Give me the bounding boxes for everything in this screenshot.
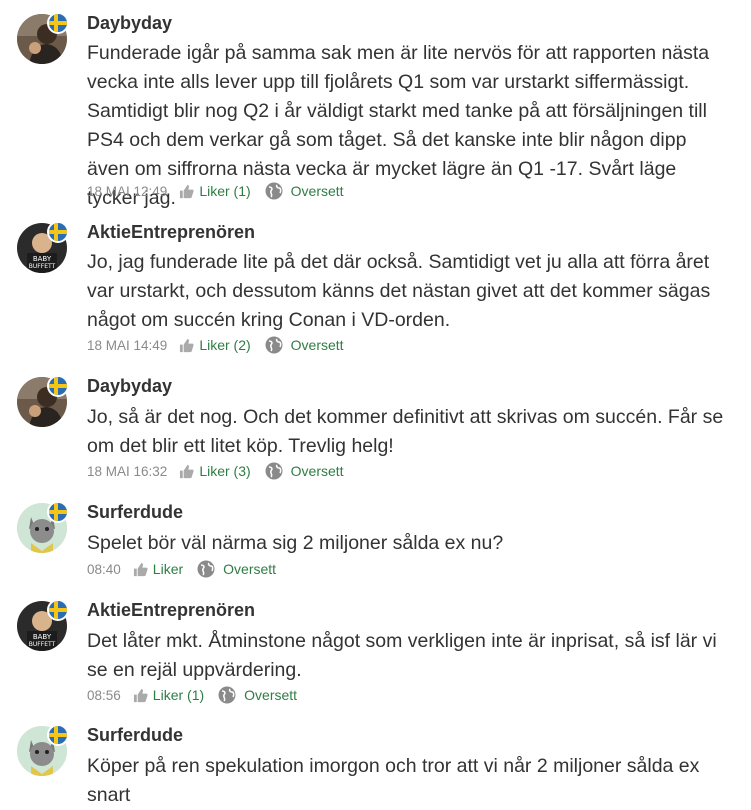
globe-icon <box>265 462 283 480</box>
like-button[interactable]: Liker (1) <box>179 183 251 199</box>
like-button[interactable]: Liker (3) <box>179 463 251 479</box>
sweden-flag-icon <box>47 501 69 523</box>
comment-text: Spelet bör väl närma sig 2 miljoner såld… <box>87 532 504 554</box>
author-name[interactable]: Surferdude <box>87 502 183 523</box>
globe-icon <box>197 560 215 578</box>
thumbs-up-icon <box>180 338 194 352</box>
translate-button[interactable]: Oversett <box>265 462 344 480</box>
author-name[interactable]: AktieEntreprenören <box>87 600 255 621</box>
author-name[interactable]: Daybyday <box>87 13 172 34</box>
sweden-flag-icon <box>47 12 69 34</box>
sweden-flag-icon <box>47 221 69 243</box>
timestamp: 08:56 <box>87 687 121 703</box>
avatar[interactable] <box>17 375 69 427</box>
translate-button[interactable]: Oversett <box>197 560 276 578</box>
like-button[interactable]: Liker (1) <box>133 687 204 703</box>
timestamp: 18 MAI 12:49 <box>87 183 168 199</box>
author-name[interactable]: AktieEntreprenören <box>87 222 255 243</box>
author-name[interactable]: Daybyday <box>87 376 172 397</box>
svg-text:BUFFETT: BUFFETT <box>29 641 56 648</box>
thumbs-up-icon <box>133 688 148 702</box>
comment-text: Jo, så är det nog. Och det kommer defini… <box>87 406 724 457</box>
globe-icon <box>218 686 236 704</box>
thumbs-up-icon <box>180 464 194 478</box>
like-count: Liker (3) <box>199 463 251 479</box>
translate-label: Oversett <box>290 183 344 199</box>
svg-text:BUFFETT: BUFFETT <box>29 263 56 270</box>
comment-meta: 08:40 Liker Oversett <box>87 559 276 579</box>
avatar[interactable] <box>17 12 69 64</box>
comment-meta: 18 MAI 14:49 Liker (2) Oversett <box>87 335 344 355</box>
globe-icon <box>265 182 283 200</box>
timestamp: 18 MAI 16:32 <box>87 463 168 479</box>
svg-text:BABY: BABY <box>33 633 52 641</box>
like-count: Liker <box>152 561 184 577</box>
comment-meta: 18 MAI 16:32 Liker (3) Oversett <box>87 461 344 481</box>
sweden-flag-icon <box>47 724 69 746</box>
translate-label: Oversett <box>290 463 344 479</box>
thumbs-up-icon <box>180 184 194 198</box>
avatar[interactable]: BABY BUFFETT <box>17 599 69 651</box>
sweden-flag-icon <box>47 375 69 397</box>
avatar[interactable] <box>17 501 69 553</box>
like-count: Liker (1) <box>152 687 205 703</box>
comment-meta: 08:56 Liker (1) Oversett <box>87 685 297 705</box>
like-button[interactable]: Liker <box>133 561 183 577</box>
globe-icon <box>265 336 283 354</box>
like-count: Liker (1) <box>199 183 251 199</box>
avatar[interactable] <box>17 724 69 776</box>
comment-text: Det låter mkt. Åtminstone något som verk… <box>87 630 717 681</box>
translate-label: Oversett <box>244 687 298 703</box>
translate-button[interactable]: Oversett <box>265 336 344 354</box>
sweden-flag-icon <box>47 599 69 621</box>
comment-text: Köper på ren spekulation imorgon och tro… <box>87 755 700 806</box>
translate-button[interactable]: Oversett <box>265 182 344 200</box>
svg-text:BABY: BABY <box>33 255 52 263</box>
translate-label: Oversett <box>290 337 344 353</box>
like-count: Liker (2) <box>199 337 251 353</box>
avatar[interactable]: BABY BUFFETT <box>17 221 69 273</box>
comment-text: Jo, jag funderade lite på det där också.… <box>87 251 711 331</box>
author-name[interactable]: Surferdude <box>87 725 183 746</box>
translate-label: Oversett <box>223 561 277 577</box>
comment-meta: 18 MAI 12:49 Liker (1) Oversett <box>87 181 344 201</box>
timestamp: 18 MAI 14:49 <box>87 337 168 353</box>
translate-button[interactable]: Oversett <box>218 686 297 704</box>
thumbs-up-icon <box>133 562 148 576</box>
like-button[interactable]: Liker (2) <box>179 337 251 353</box>
timestamp: 08:40 <box>87 561 121 577</box>
